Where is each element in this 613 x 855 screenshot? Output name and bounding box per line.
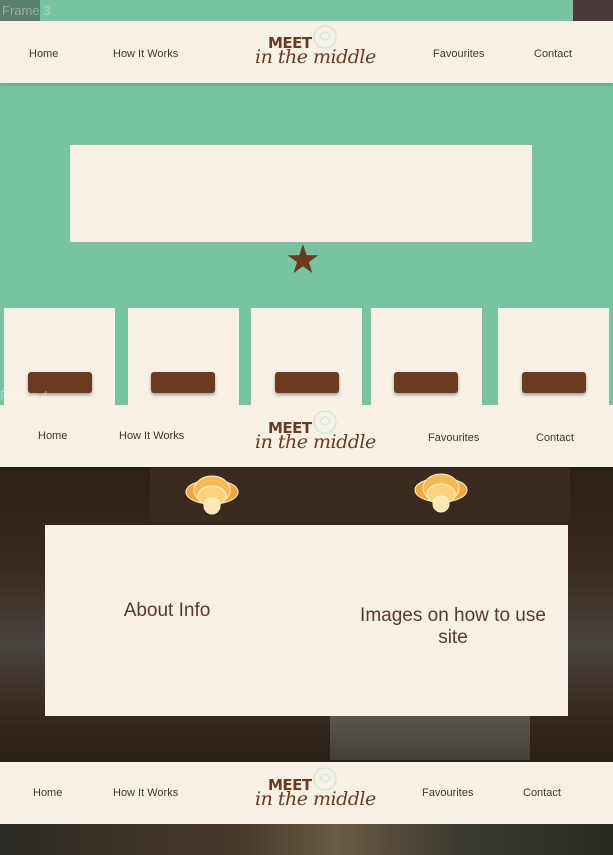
logo-middle: in the middle xyxy=(255,788,376,810)
star-icon: ★ xyxy=(285,238,321,282)
frame-5-background xyxy=(0,824,613,855)
nav-home[interactable]: Home xyxy=(38,430,67,442)
nav-home[interactable]: Home xyxy=(29,48,58,60)
nav-favourites[interactable]: Favourites xyxy=(428,432,479,444)
nav-how-it-works[interactable]: How It Works xyxy=(119,430,184,442)
site-images-text: Images on how to use site xyxy=(360,605,546,648)
logo[interactable]: MEET in the middle xyxy=(255,766,376,816)
frame-4-label: Frame 4 xyxy=(0,388,49,403)
corner-image-right xyxy=(573,0,613,22)
about-info-text: About Info xyxy=(123,600,211,621)
logo[interactable]: MEET in the middle xyxy=(255,409,376,459)
card-2-button[interactable] xyxy=(151,372,215,393)
nav-how-it-works[interactable]: How It Works xyxy=(113,48,178,60)
card-5-button[interactable] xyxy=(522,372,586,393)
logo-middle: in the middle xyxy=(255,431,376,453)
pendant-lamp-icon xyxy=(185,475,239,515)
nav-contact[interactable]: Contact xyxy=(536,432,574,444)
navbar-bottom: Home How It Works MEET in the middle Fav… xyxy=(0,762,613,824)
nav-how-it-works[interactable]: How It Works xyxy=(113,787,178,799)
frame-3-label: Frame 3 xyxy=(2,3,51,18)
nav-favourites[interactable]: Favourites xyxy=(433,48,484,60)
navbar-middle: Home How It Works MEET in the middle Fav… xyxy=(0,405,613,467)
logo-middle: in the middle xyxy=(255,46,376,68)
logo[interactable]: MEET in the middle xyxy=(255,24,376,74)
nav-contact[interactable]: Contact xyxy=(523,787,561,799)
nav-contact[interactable]: Contact xyxy=(534,48,572,60)
page: Frame 3 Home How It Works MEET in the mi… xyxy=(0,0,613,855)
navbar-top: Home How It Works MEET in the middle Fav… xyxy=(0,21,613,83)
card-3-button[interactable] xyxy=(275,372,339,393)
pendant-lamp-icon xyxy=(414,473,468,513)
nav-home[interactable]: Home xyxy=(33,787,62,799)
hero-box xyxy=(70,145,532,242)
card-4-button[interactable] xyxy=(394,372,458,393)
nav-favourites[interactable]: Favourites xyxy=(422,787,473,799)
